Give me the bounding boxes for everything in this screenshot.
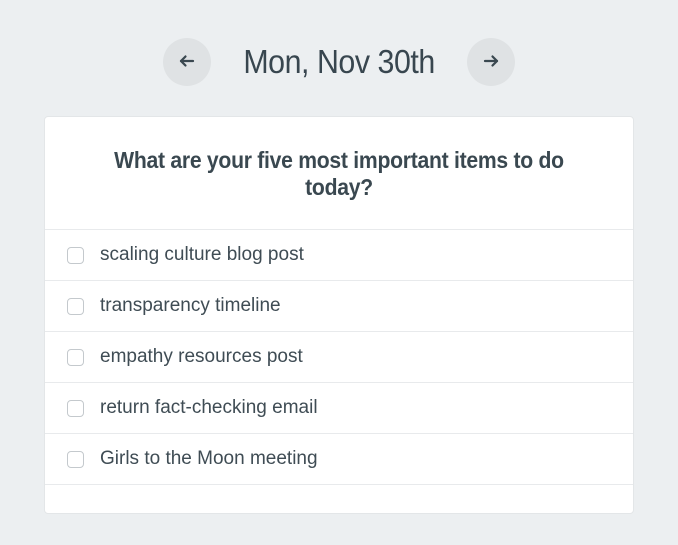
todo-checkbox[interactable] (67, 349, 84, 366)
todo-label: transparency timeline (100, 295, 281, 317)
todo-label: scaling culture blog post (100, 244, 304, 266)
arrow-left-icon (178, 52, 196, 73)
current-date-label: Mon, Nov 30th (243, 43, 434, 81)
todo-checkbox[interactable] (67, 451, 84, 468)
arrow-right-icon (482, 52, 500, 73)
card-title: What are your five most important items … (87, 147, 591, 201)
next-day-button[interactable] (467, 38, 515, 86)
todo-item: return fact-checking email (45, 383, 633, 434)
todo-item: transparency timeline (45, 281, 633, 332)
date-navigation: Mon, Nov 30th (0, 0, 678, 116)
todo-checkbox[interactable] (67, 298, 84, 315)
card-header: What are your five most important items … (45, 117, 633, 230)
prev-day-button[interactable] (163, 38, 211, 86)
todo-item: scaling culture blog post (45, 230, 633, 281)
todo-label: Girls to the Moon meeting (100, 448, 318, 470)
todo-item: Girls to the Moon meeting (45, 434, 633, 485)
todo-checkbox[interactable] (67, 400, 84, 417)
todo-card: What are your five most important items … (44, 116, 634, 514)
todo-checkbox[interactable] (67, 247, 84, 264)
todo-label: return fact-checking email (100, 397, 318, 419)
todo-label: empathy resources post (100, 346, 303, 368)
todo-item: empathy resources post (45, 332, 633, 383)
todo-list: scaling culture blog post transparency t… (45, 230, 633, 485)
card-footer-spacer (45, 485, 633, 513)
